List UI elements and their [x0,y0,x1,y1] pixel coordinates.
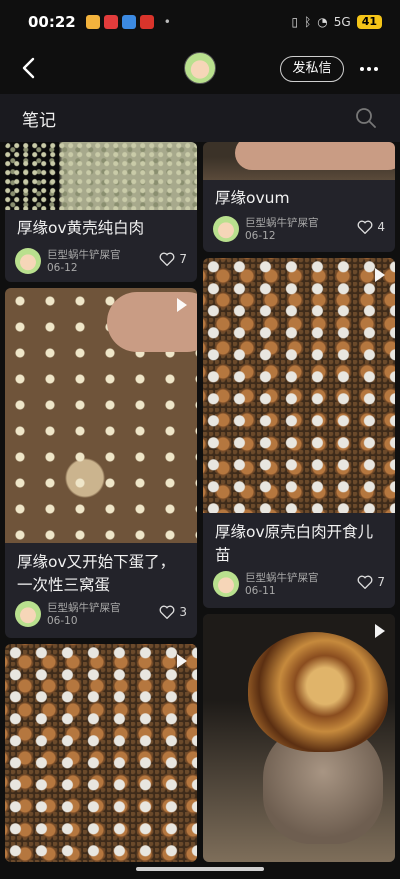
back-arrow-icon [22,57,35,79]
author-avatar [15,601,41,627]
play-icon [375,268,385,282]
more-notifications-icon: • [163,15,171,29]
search-icon[interactable] [354,106,378,130]
note-date: 06-10 [47,615,78,627]
author-name: 巨型蜗牛铲屎官 [245,572,319,584]
play-icon [375,624,385,638]
note-card[interactable] [203,614,395,862]
status-right: ▯ ᛒ ◔ 5G 41 [291,15,382,29]
note-card[interactable] [5,644,197,862]
author-row: 巨型蜗牛铲屎官 06-11 7 [213,571,385,603]
note-card[interactable]: 厚缘ov又开始下蛋了，一次性三窝蛋 巨型蜗牛铲屎官 06-10 3 [5,288,197,638]
app-notification-icon [85,15,100,29]
like-button[interactable]: 7 [357,575,385,589]
play-icon [177,654,187,668]
like-count: 7 [377,575,385,589]
author-row: 巨型蜗牛铲屎官 06-12 7 [15,248,187,280]
author-name: 巨型蜗牛铲屎官 [245,217,319,229]
notes-section-bar: 笔记 [0,94,400,142]
vibrate-icon: ▯ [291,15,299,29]
author-avatar [213,216,239,242]
note-title: 厚缘ov黄壳纯白肉 [17,219,145,237]
profile-header: 发私信 [0,44,400,94]
like-button[interactable]: 7 [159,252,187,266]
battery-icon: 41 [356,15,382,29]
heart-icon [159,252,175,266]
author-avatar [15,248,41,274]
author-name: 巨型蜗牛铲屎官 [47,602,121,614]
status-bar: 00:22 • ▯ ᛒ ◔ 5G 41 [0,0,400,44]
note-image [5,288,197,543]
more-button[interactable] [356,58,382,80]
home-indicator[interactable] [136,867,264,871]
signal-label: 5G [333,15,351,29]
wifi-icon: ◔ [317,15,328,29]
like-count: 7 [179,252,187,266]
back-button[interactable] [14,54,42,82]
heart-icon [357,575,373,589]
note-card[interactable]: 厚缘ov黄壳纯白肉 巨型蜗牛铲屎官 06-12 7 [5,142,197,282]
section-title: 笔记 [22,110,56,131]
note-image [203,614,395,862]
play-icon [177,298,187,312]
note-image [5,142,197,210]
note-title: 厚缘ov又开始下蛋了，一次性三窝蛋 [17,553,176,594]
more-icon [360,67,364,71]
author-avatar [213,571,239,597]
note-date: 06-12 [47,262,78,274]
notification-icons: • [85,15,171,29]
like-count: 3 [179,605,187,619]
note-date: 06-12 [245,230,276,242]
app-notification-icon [139,15,154,29]
heart-icon [357,220,373,234]
send-message-button[interactable]: 发私信 [280,56,344,82]
app-notification-icon [121,15,136,29]
note-title: 厚缘ov原壳白肉开食儿苗 [215,523,374,564]
avatar[interactable] [184,52,216,84]
author-row: 巨型蜗牛铲屎官 06-10 3 [15,601,187,633]
note-title: 厚缘ovum [215,189,290,207]
heart-icon [159,605,175,619]
note-card[interactable]: 厚缘ovum 巨型蜗牛铲屎官 06-12 4 [203,142,395,252]
note-image [5,644,197,862]
author-name: 巨型蜗牛铲屎官 [47,249,121,261]
like-button[interactable]: 4 [357,220,385,234]
note-card[interactable]: 厚缘ov原壳白肉开食儿苗 巨型蜗牛铲屎官 06-11 7 [203,258,395,608]
app-notification-icon [103,15,118,29]
like-count: 4 [377,220,385,234]
bluetooth-icon: ᛒ [304,15,312,29]
note-image [203,258,395,513]
like-button[interactable]: 3 [159,605,187,619]
status-time: 00:22 [28,13,76,31]
author-row: 巨型蜗牛铲屎官 06-12 4 [213,216,385,248]
note-image [203,142,395,180]
note-date: 06-11 [245,585,276,597]
